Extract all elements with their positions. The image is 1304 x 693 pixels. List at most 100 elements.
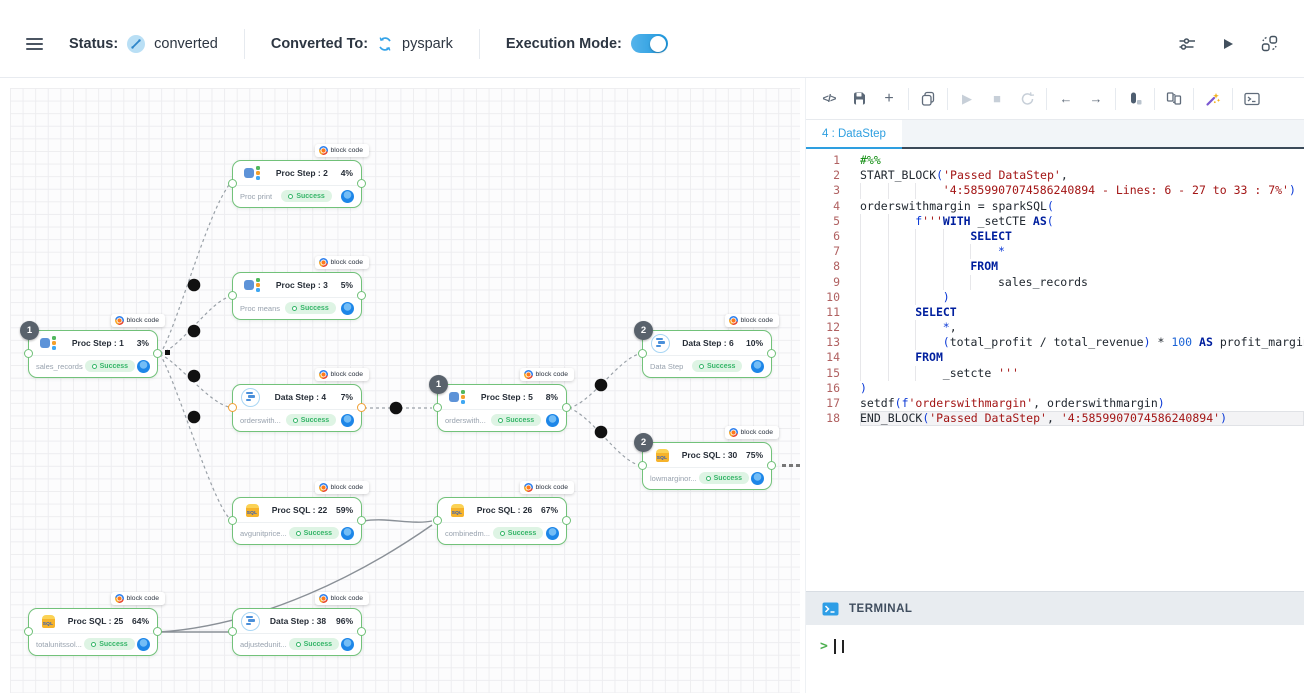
terminal-icon[interactable] xyxy=(1237,86,1267,112)
code-line[interactable]: 18END_BLOCK('Passed DataStep', '4:585990… xyxy=(806,411,1304,426)
layout-icon[interactable] xyxy=(1261,35,1278,52)
node-port-right[interactable] xyxy=(767,461,776,470)
node-info-button[interactable] xyxy=(341,638,354,651)
graph-node[interactable]: block codeSQLProc SQL : 2667%combinedm..… xyxy=(437,497,567,545)
graph-node[interactable]: 1block codeProc Step : 58%orderswith...S… xyxy=(437,384,567,432)
graph-node[interactable]: 2block codeData Step : 610%Data StepSucc… xyxy=(642,330,772,378)
magic-wand-icon[interactable] xyxy=(1198,86,1228,112)
node-port-right[interactable] xyxy=(767,349,776,358)
block-code-badge[interactable]: block code xyxy=(520,481,575,494)
node-port-left[interactable] xyxy=(228,291,237,300)
block-code-badge[interactable]: block code xyxy=(111,592,166,605)
graph-node[interactable]: 1block codeProc Step : 13%sales_recordsS… xyxy=(28,330,158,378)
status-badge[interactable]: Success xyxy=(692,360,742,372)
node-info-button[interactable] xyxy=(341,414,354,427)
node-port-left[interactable] xyxy=(24,627,33,636)
code-line[interactable]: 8FROM xyxy=(806,259,1304,274)
node-port-left[interactable] xyxy=(433,516,442,525)
code-line[interactable]: 7* xyxy=(806,244,1304,259)
node-info-button[interactable] xyxy=(341,527,354,540)
status-badge[interactable]: Success xyxy=(491,414,541,426)
save-icon[interactable] xyxy=(844,86,874,112)
status-badge[interactable]: Success xyxy=(493,527,543,539)
node-info-button[interactable] xyxy=(137,360,150,373)
node-info-button[interactable] xyxy=(546,527,559,540)
code-line[interactable]: 4orderswithmargin = sparkSQL( xyxy=(806,199,1304,214)
graph-node[interactable]: block codeProc Step : 35%Proc meansSucce… xyxy=(232,272,362,320)
node-port-left[interactable] xyxy=(228,516,237,525)
copy-icon[interactable] xyxy=(913,86,943,112)
node-port-left[interactable] xyxy=(638,461,647,470)
format-icon[interactable] xyxy=(1120,86,1150,112)
code-line[interactable]: 10) xyxy=(806,290,1304,305)
graph-node[interactable]: block codeSQLProc SQL : 2564%totalunitss… xyxy=(28,608,158,656)
node-info-button[interactable] xyxy=(341,302,354,315)
node-port-right[interactable] xyxy=(357,291,366,300)
block-code-badge[interactable]: block code xyxy=(725,426,780,439)
code-line[interactable]: 1#%% xyxy=(806,153,1304,168)
block-code-badge[interactable]: block code xyxy=(520,368,575,381)
graph-node[interactable]: block codeProc Step : 24%Proc printSucce… xyxy=(232,160,362,208)
node-port-right[interactable] xyxy=(357,403,366,412)
status-badge[interactable]: Success xyxy=(84,638,134,650)
node-port-right[interactable] xyxy=(153,349,162,358)
status-badge[interactable]: Success xyxy=(286,414,336,426)
code-line[interactable]: 14FROM xyxy=(806,350,1304,365)
status-badge[interactable]: Success xyxy=(699,472,749,484)
code-line[interactable]: 9sales_records xyxy=(806,275,1304,290)
node-port-right[interactable] xyxy=(562,403,571,412)
node-port-left[interactable] xyxy=(24,349,33,358)
node-port-right[interactable] xyxy=(562,516,571,525)
code-line[interactable]: 2START_BLOCK('Passed DataStep', xyxy=(806,168,1304,183)
node-port-left[interactable] xyxy=(638,349,647,358)
node-info-button[interactable] xyxy=(137,638,150,651)
add-icon[interactable]: + xyxy=(874,86,904,112)
block-code-badge[interactable]: block code xyxy=(315,368,370,381)
graph-node[interactable]: 2block codeSQLProc SQL : 3075%lowmargino… xyxy=(642,442,772,490)
node-info-button[interactable] xyxy=(341,190,354,203)
run-all-icon[interactable] xyxy=(1221,37,1235,51)
block-code-badge[interactable]: block code xyxy=(315,592,370,605)
block-code-badge[interactable]: block code xyxy=(315,256,370,269)
code-view-icon[interactable]: </> xyxy=(814,86,844,112)
node-port-left[interactable] xyxy=(228,403,237,412)
block-code-badge[interactable]: block code xyxy=(315,481,370,494)
terminal-header[interactable]: TERMINAL xyxy=(806,591,1304,625)
node-port-right[interactable] xyxy=(357,179,366,188)
code-line[interactable]: 5f'''WITH _setCTE AS( xyxy=(806,214,1304,229)
node-info-button[interactable] xyxy=(751,360,764,373)
navigate-back-icon[interactable]: ← xyxy=(1051,86,1081,112)
node-info-button[interactable] xyxy=(751,472,764,485)
execution-mode-toggle[interactable] xyxy=(631,34,668,53)
code-line[interactable]: 15_setcte ''' xyxy=(806,366,1304,381)
node-port-left[interactable] xyxy=(228,627,237,636)
graph-node[interactable]: block codeData Step : 3896%adjustedunit.… xyxy=(232,608,362,656)
node-port-left[interactable] xyxy=(433,403,442,412)
block-code-badge[interactable]: block code xyxy=(725,314,780,327)
menu-icon[interactable] xyxy=(26,35,43,53)
status-badge[interactable]: Success xyxy=(281,190,331,202)
graph-node[interactable]: block codeSQLProc SQL : 2259%avgunitpric… xyxy=(232,497,362,545)
code-line[interactable]: 6SELECT xyxy=(806,229,1304,244)
status-badge[interactable]: Success xyxy=(85,360,135,372)
code-line[interactable]: 17setdf(f'orderswithmargin', orderswithm… xyxy=(806,396,1304,411)
compare-icon[interactable] xyxy=(1159,86,1189,112)
node-port-right[interactable] xyxy=(357,516,366,525)
code-line[interactable]: 3'4:5859907074586240894 - Lines: 6 - 27 … xyxy=(806,183,1304,198)
status-badge[interactable]: Success xyxy=(289,527,339,539)
node-port-right[interactable] xyxy=(153,627,162,636)
status-badge[interactable]: Success xyxy=(289,638,339,650)
flow-canvas[interactable]: block codeProc Step : 24%Proc printSucce… xyxy=(10,88,800,693)
tab-datastep[interactable]: 4 : DataStep xyxy=(806,120,902,149)
terminal-body[interactable]: > xyxy=(806,625,1304,693)
code-line[interactable]: 13(total_profit / total_revenue) * 100 A… xyxy=(806,335,1304,350)
block-code-badge[interactable]: block code xyxy=(315,144,370,157)
code-line[interactable]: 16) xyxy=(806,381,1304,396)
status-badge[interactable]: Success xyxy=(285,302,335,314)
code-editor[interactable]: 1#%%2START_BLOCK('Passed DataStep',3'4:5… xyxy=(806,149,1304,591)
node-port-left[interactable] xyxy=(228,179,237,188)
block-code-badge[interactable]: block code xyxy=(111,314,166,327)
navigate-forward-icon[interactable]: → xyxy=(1081,86,1111,112)
graph-node[interactable]: block codeData Step : 47%orderswith...Su… xyxy=(232,384,362,432)
code-line[interactable]: 11SELECT xyxy=(806,305,1304,320)
